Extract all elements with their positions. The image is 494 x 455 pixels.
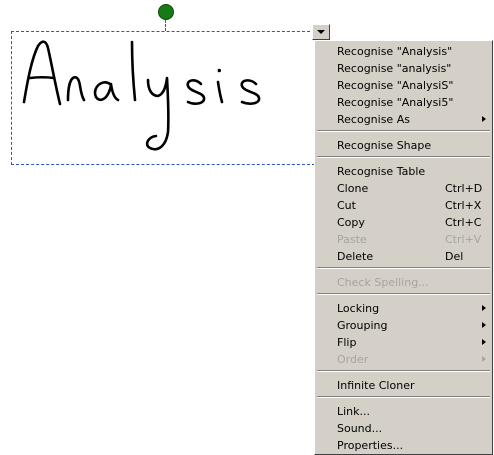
menu-item-label: Copy xyxy=(337,216,365,229)
menu-separator xyxy=(317,156,490,158)
menu-item-paste: Paste Ctrl+V xyxy=(337,231,486,248)
menu-item-infinite-cloner[interactable]: Infinite Cloner xyxy=(337,377,486,394)
submenu-arrow-icon xyxy=(482,339,486,345)
menu-item-flip[interactable]: Flip xyxy=(337,334,486,351)
menu-item-label: Order xyxy=(337,353,369,366)
menu-item-delete[interactable]: Delete Del xyxy=(337,248,486,265)
submenu-arrow-icon xyxy=(482,356,486,362)
menu-item-copy[interactable]: Copy Ctrl+C xyxy=(337,214,486,231)
menu-item-label: Grouping xyxy=(337,319,388,332)
menu-item-shortcut: Del xyxy=(445,250,464,263)
menu-item-shortcut: Ctrl+X xyxy=(445,199,482,212)
menu-item-label: Infinite Cloner xyxy=(337,379,415,392)
menu-separator xyxy=(317,396,490,398)
submenu-arrow-icon xyxy=(482,116,486,122)
menu-item-recognise-table[interactable]: Recognise Table xyxy=(337,163,486,180)
menu-item-properties[interactable]: Properties... xyxy=(337,437,486,454)
menu-item-recognise-analysi5[interactable]: Recognise "Analysi5" xyxy=(337,94,486,111)
menu-item-shortcut: Ctrl+C xyxy=(445,216,482,229)
menu-item-shortcut: Ctrl+D xyxy=(445,182,483,195)
rotate-handle[interactable] xyxy=(158,4,174,20)
rotate-handle-connector xyxy=(165,20,166,31)
menu-item-order: Order xyxy=(337,351,486,368)
menu-item-label: Flip xyxy=(337,336,357,349)
handwritten-ink-analysis[interactable] xyxy=(18,36,318,160)
menu-item-label: Recognise "Analysis" xyxy=(337,45,453,58)
menu-item-recognise-analysis-lowercase[interactable]: Recognise "analysis" xyxy=(337,60,486,77)
menu-item-label: Check Spelling... xyxy=(337,276,429,289)
menu-item-label: Properties... xyxy=(337,439,404,452)
menu-item-cut[interactable]: Cut Ctrl+X xyxy=(337,197,486,214)
menu-item-recognise-shape[interactable]: Recognise Shape xyxy=(337,137,486,154)
menu-item-grouping[interactable]: Grouping xyxy=(337,317,486,334)
submenu-arrow-icon xyxy=(482,305,486,311)
menu-separator xyxy=(317,130,490,132)
menu-item-recognise-analysis[interactable]: Recognise "Analysis" xyxy=(337,43,486,60)
menu-separator xyxy=(317,267,490,269)
menu-item-shortcut: Ctrl+V xyxy=(445,233,482,246)
menu-item-label: Recognise Table xyxy=(337,165,426,178)
menu-item-check-spelling: Check Spelling... xyxy=(337,274,486,291)
menu-item-link[interactable]: Link... xyxy=(337,403,486,420)
menu-item-recognise-analysis-capital-s[interactable]: Recognise "AnalysiS" xyxy=(337,77,486,94)
menu-item-label: Paste xyxy=(337,233,367,246)
menu-separator xyxy=(317,370,490,372)
menu-item-label: Recognise As xyxy=(337,113,410,126)
menu-item-recognise-as[interactable]: Recognise As xyxy=(337,111,486,128)
menu-item-label: Link... xyxy=(337,405,371,418)
menu-item-label: Recognise "Analysi5" xyxy=(337,96,454,109)
submenu-arrow-icon xyxy=(482,322,486,328)
menu-item-label: Delete xyxy=(337,250,374,263)
context-menu: Recognise "Analysis" Recognise "analysis… xyxy=(314,40,493,455)
menu-item-label: Recognise "analysis" xyxy=(337,62,452,75)
menu-item-sound[interactable]: Sound... xyxy=(337,420,486,437)
menu-item-clone[interactable]: Clone Ctrl+D xyxy=(337,180,486,197)
menu-item-label: Recognise "AnalysiS" xyxy=(337,79,454,92)
menu-separator xyxy=(317,293,490,295)
menu-item-label: Sound... xyxy=(337,422,383,435)
object-menu-button[interactable] xyxy=(312,24,330,40)
menu-item-label: Recognise Shape xyxy=(337,139,432,152)
menu-item-label: Locking xyxy=(337,302,380,315)
menu-item-label: Clone xyxy=(337,182,369,195)
menu-item-label: Cut xyxy=(337,199,356,212)
menu-item-locking[interactable]: Locking xyxy=(337,300,486,317)
